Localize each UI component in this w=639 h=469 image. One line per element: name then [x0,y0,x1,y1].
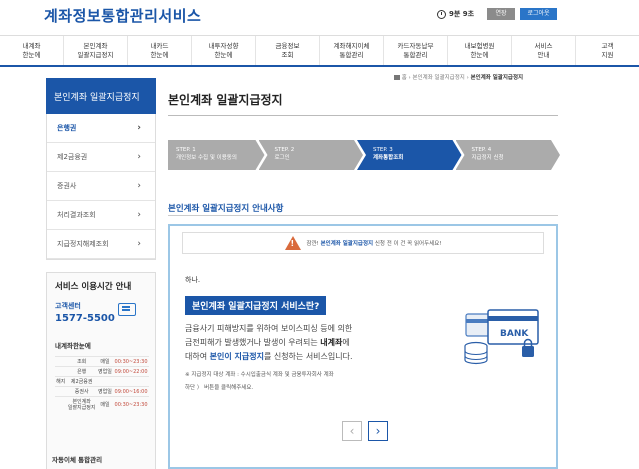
table-row: 본인계좌 일괄지급정지 매일 00:30~23:30 [55,396,149,412]
page-title: 본인계좌 일괄지급정지 [168,93,283,107]
main-nav: 내계좌 한눈에 본인계좌 일괄지급정지 내카드 한눈에 내투자성향 한눈에 금융… [0,35,639,67]
notice-question: 본인계좌 일괄지급정지 서비스란? [185,296,327,315]
notice-note: ※ 지급정지 대상 계좌 : 수시입출금식 계좌 및 금융투자회사 계좌 하단 … [185,372,334,391]
next-button[interactable]: › [368,421,388,441]
site-logo[interactable]: 계좌정보통합관리서비스 [44,5,201,26]
nav-item-transfer-mgmt[interactable]: 계좌해지이체 통합관리 [320,36,384,65]
sidebar-item-label: 은행권 [57,124,77,132]
chevron-right-icon: › [375,424,381,438]
header: 계좌정보통합관리서비스 9분 9초 연장 로그아웃 [0,0,639,32]
sidebar-item-bank[interactable]: 은행권 › [47,114,155,143]
nav-item-insurance[interactable]: 내보험병원 한눈에 [448,36,512,65]
table-row: 해지 제2금융권 [55,376,149,387]
hours-table: 조회 매일 00:30~23:30 은행 영업일 09:00~22:00 해지 … [55,356,149,412]
step-3: STEP. 3 계좌통합조회 [357,140,462,170]
nav-item-service-guide[interactable]: 서비스 안내 [512,36,576,65]
notice-box: 잠깐! 본인계좌 일괄지급정지 신청 전 이 건 꼭 읽어두세요! 하나. 본인… [168,224,558,469]
step-1: STEP. 1 개인정보 수집 및 이용동의 [168,140,265,170]
table-row: 조회 매일 00:30~23:30 [55,356,149,367]
step-2: STEP. 2 로그인 [259,140,364,170]
logout-button[interactable]: 로그아웃 [520,8,557,20]
sidebar-item-label: 지급정지해제조회 [57,240,109,248]
sidebar-item-label: 제2금융권 [57,153,88,161]
sidebar: 본인계좌 일괄지급정지 은행권 › 제2금융권 › 증권사 › 처리결과조회 ›… [46,78,156,469]
notice-description: 금융사기 피해방지를 위하여 보이스피싱 등에 의한 금전피해가 발생했거나 발… [185,324,353,361]
sidebar-item-result-lookup[interactable]: 처리결과조회 › [47,201,155,230]
warning-banner: 잠깐! 본인계좌 일괄지급정지 신청 전 이 건 꼭 읽어두세요! [182,232,544,254]
table-row: 증권사 영업일 09:00~16:00 [55,386,149,397]
notice-index: 하나. [185,276,201,284]
service-hours-title: 서비스 이용시간 안내 [55,282,132,292]
breadcrumb: 홈 › 본인계좌 일괄지급정지 › 본인계좌 일괄지급정지 [394,73,523,81]
warning-icon [284,236,301,250]
sidebar-title: 본인계좌 일괄지급정지 [46,78,156,114]
sidebar-item-release-lookup[interactable]: 지급정지해제조회 › [47,230,155,259]
sidebar-menu: 은행권 › 제2금융권 › 증권사 › 처리결과조회 › 지급정지해제조회 › [46,114,156,260]
table-row: 은행 영업일 09:00~22:00 [55,366,149,377]
step-indicator: STEP. 1 개인정보 수집 및 이용동의 STEP. 2 로그인 STEP.… [168,140,554,170]
warning-text: 잠깐! 본인계좌 일괄지급정지 신청 전 이 건 꼭 읽어두세요! [306,241,442,247]
divider [168,215,558,216]
nav-item-invest-profile[interactable]: 내투자성향 한눈에 [192,36,256,65]
clock-icon [437,9,446,19]
sidebar-item-secondary-finance[interactable]: 제2금융권 › [47,143,155,172]
home-icon[interactable] [394,75,400,80]
nav-item-my-accounts[interactable]: 내계좌 한눈에 [0,36,64,65]
sidebar-item-securities[interactable]: 증권사 › [47,172,155,201]
nav-item-my-cards[interactable]: 내카드 한눈에 [128,36,192,65]
sidebar-item-label: 처리결과조회 [57,211,96,219]
computer-icon [118,303,136,316]
bank-label: BANK [500,329,529,339]
step-4: STEP. 4 지급정지 신청 [456,140,561,170]
divider [168,115,558,116]
nav-item-card-autopay[interactable]: 카드자동납부 통합관리 [384,36,448,65]
chevron-right-icon: › [137,239,141,249]
timer-text: 9분 9초 [449,10,475,18]
chevron-left-icon: ‹ [349,424,355,438]
chevron-right-icon: › [137,123,141,133]
sidebar-item-label: 증권사 [57,182,77,190]
nav-item-financial-info[interactable]: 금융정보 조회 [256,36,320,65]
chevron-right-icon: › [137,181,141,191]
session-timer: 9분 9초 [437,9,474,19]
section-title: 본인계좌 일괄지급정지 안내사항 [168,204,284,214]
chevron-right-icon: › [137,210,141,220]
service-hours-box: 서비스 이용시간 안내 고객센터 1577-5500 내계좌한눈에 조회 매일 … [46,272,156,469]
extend-button[interactable]: 연장 [487,8,515,20]
nav-item-support[interactable]: 고객 지원 [576,36,639,65]
nav-item-payment-stop[interactable]: 본인계좌 일괄지급정지 [64,36,128,65]
hours-subtitle: 내계좌한눈에 [55,342,91,350]
bank-illustration-icon: BANK [464,309,539,365]
prev-button[interactable]: ‹ [342,421,362,441]
chevron-right-icon: › [137,152,141,162]
auto-transfer-label: 자동이체 통합관리 [52,456,103,464]
